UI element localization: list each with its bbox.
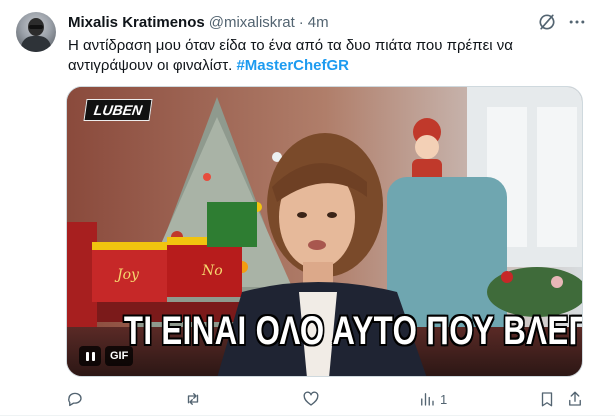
action-bar: 1 [66, 389, 586, 409]
avatar-figure-glasses [29, 25, 43, 29]
share-icon [569, 391, 581, 406]
gif-caption: ΤΙ ΕΙΝΑΙ ΟΛΟ ΑΥΤΟ ΠΟΥ ΒΛΕΠΩ; [123, 309, 583, 353]
like-button[interactable] [302, 389, 320, 409]
tweet-card[interactable]: Mixalis Kratimenos @mixaliskrat · 4m Η α… [0, 0, 615, 416]
tweet-timestamp[interactable]: 4m [308, 14, 329, 31]
like-icon [303, 391, 319, 406]
gift-label-joy: Joy [114, 267, 140, 283]
avatar[interactable] [16, 12, 56, 52]
hashtag-link[interactable]: #MasterChefGR [236, 57, 349, 74]
separator-dot: · [298, 13, 304, 31]
tweet-header: Mixalis Kratimenos @mixaliskrat · 4m [68, 12, 329, 32]
views-count: 1 [440, 391, 448, 407]
gif-badge: GIF [105, 346, 134, 366]
reply-button[interactable] [66, 389, 84, 409]
pause-button[interactable] [79, 346, 101, 366]
views-button[interactable]: 1 [418, 389, 447, 409]
tweet-text: Η αντίδραση μου όταν είδα το ένα από τα … [68, 36, 588, 76]
retweet-button[interactable] [184, 389, 202, 409]
reply-icon [68, 392, 82, 407]
views-icon [421, 393, 434, 406]
grok-icon[interactable] [537, 12, 557, 32]
channel-logo: LUBEN [83, 99, 153, 121]
pause-bar [85, 351, 89, 361]
retweet-icon [187, 393, 199, 405]
avatar-figure-body [21, 36, 51, 52]
bookmark-button[interactable] [538, 389, 556, 409]
pause-bar [91, 351, 95, 361]
gift-label-no: No [201, 263, 223, 279]
bookmark-icon [541, 392, 553, 407]
share-button[interactable] [566, 389, 584, 409]
author-handle[interactable]: @mixaliskrat [209, 14, 295, 31]
gif-media[interactable]: Joy No LUBEN ΤΙ ΕΙΝΑΙ ΟΛΟ ΑΥΤΟ ΠΟΥ ΒΛΕΠΩ… [66, 86, 583, 377]
more-icon[interactable] [567, 12, 587, 32]
gif-controls: GIF [79, 346, 134, 366]
author-name[interactable]: Mixalis Kratimenos [68, 14, 205, 31]
